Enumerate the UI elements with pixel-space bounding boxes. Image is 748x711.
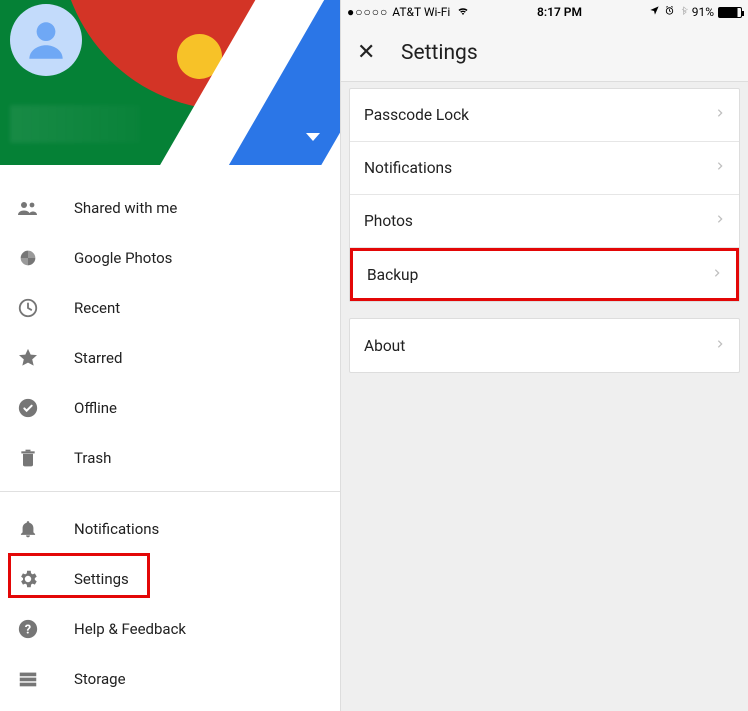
sidebar-item-storage[interactable]: Storage [0,654,340,704]
sidebar-item-label: Settings [74,570,129,588]
help-icon: ? [16,617,40,641]
sidebar-item-label: Shared with me [74,199,177,217]
sidebar-item-settings[interactable]: Settings [0,554,340,604]
storage-icon [16,667,40,691]
sidebar-item-label: Recent [74,299,120,317]
row-label: Notifications [364,159,715,177]
chevron-right-icon [712,265,722,285]
sidebar-divider [0,491,340,492]
avatar-icon [21,15,71,65]
app-screens: Shared with me Google Photos Recent Star… [0,0,748,711]
alarm-icon [664,5,675,19]
statusbar-right: 91% [649,4,742,20]
sidebar-item-label: Storage [74,670,126,688]
trash-icon [16,446,40,470]
sidebar-item-notifications[interactable]: Notifications [0,504,340,554]
settings-group-2: About [349,318,740,373]
bell-icon [16,517,40,541]
offline-icon [16,396,40,420]
sidebar-item-help-feedback[interactable]: ? Help & Feedback [0,604,340,654]
battery-icon [718,7,742,18]
row-label: About [364,337,715,355]
battery-pct: 91% [692,5,714,19]
sidebar-item-shared-with-me[interactable]: Shared with me [0,183,340,233]
sidebar-item-trash[interactable]: Trash [0,433,340,483]
star-icon [16,346,40,370]
sidebar-item-label: Offline [74,399,117,417]
account-dropdown-caret-icon[interactable] [306,133,320,141]
people-icon [16,196,40,220]
bluetooth-icon [679,4,688,20]
pinwheel-icon [16,246,40,270]
sidebar-item-label: Notifications [74,520,159,538]
settings-title: Settings [401,41,478,65]
chevron-right-icon [715,336,725,356]
sidebar-item-label: Trash [74,449,111,467]
sidebar-item-label: Help & Feedback [74,620,186,638]
sidebar-item-offline[interactable]: Offline [0,383,340,433]
sidebar-menu-top: Shared with me Google Photos Recent Star… [0,165,340,483]
settings-group-1: Passcode Lock Notifications Photos Backu… [349,88,740,302]
row-photos[interactable]: Photos [350,195,739,248]
sidebar-item-label: Starred [74,349,122,367]
row-passcode-lock[interactable]: Passcode Lock [350,89,739,142]
row-notifications[interactable]: Notifications [350,142,739,195]
chevron-right-icon [715,158,725,178]
sidebar-header [0,0,340,165]
svg-text:?: ? [25,623,31,638]
chevron-right-icon [715,105,725,125]
close-icon[interactable]: ✕ [357,40,383,65]
statusbar-time: 8:17 PM [470,5,648,19]
sidebar-item-label: Google Photos [74,249,172,267]
signal-dots-icon: ●○○○○ [347,5,388,19]
row-label: Passcode Lock [364,106,715,124]
sidebar-menu-bottom: Notifications Settings ? Help & Feedback… [0,500,340,704]
drive-sidebar: Shared with me Google Photos Recent Star… [0,0,340,711]
user-avatar[interactable] [10,4,82,76]
settings-header: ✕ Settings [341,24,748,82]
clock-icon [16,296,40,320]
carrier-label: AT&T Wi-Fi [392,5,450,19]
location-icon [649,5,660,19]
row-label: Backup [367,266,712,284]
account-name-blurred [10,105,140,143]
row-label: Photos [364,212,715,230]
wifi-icon [456,5,470,20]
sidebar-item-starred[interactable]: Starred [0,333,340,383]
gear-icon [16,567,40,591]
row-about[interactable]: About [350,319,739,372]
chevron-right-icon [715,211,725,231]
settings-screen: ●○○○○ AT&T Wi-Fi 8:17 PM 91% ✕ Settings … [340,0,748,711]
sidebar-item-recent[interactable]: Recent [0,283,340,333]
row-backup[interactable]: Backup [350,248,739,301]
sidebar-item-google-photos[interactable]: Google Photos [0,233,340,283]
ios-statusbar: ●○○○○ AT&T Wi-Fi 8:17 PM 91% [341,0,748,24]
